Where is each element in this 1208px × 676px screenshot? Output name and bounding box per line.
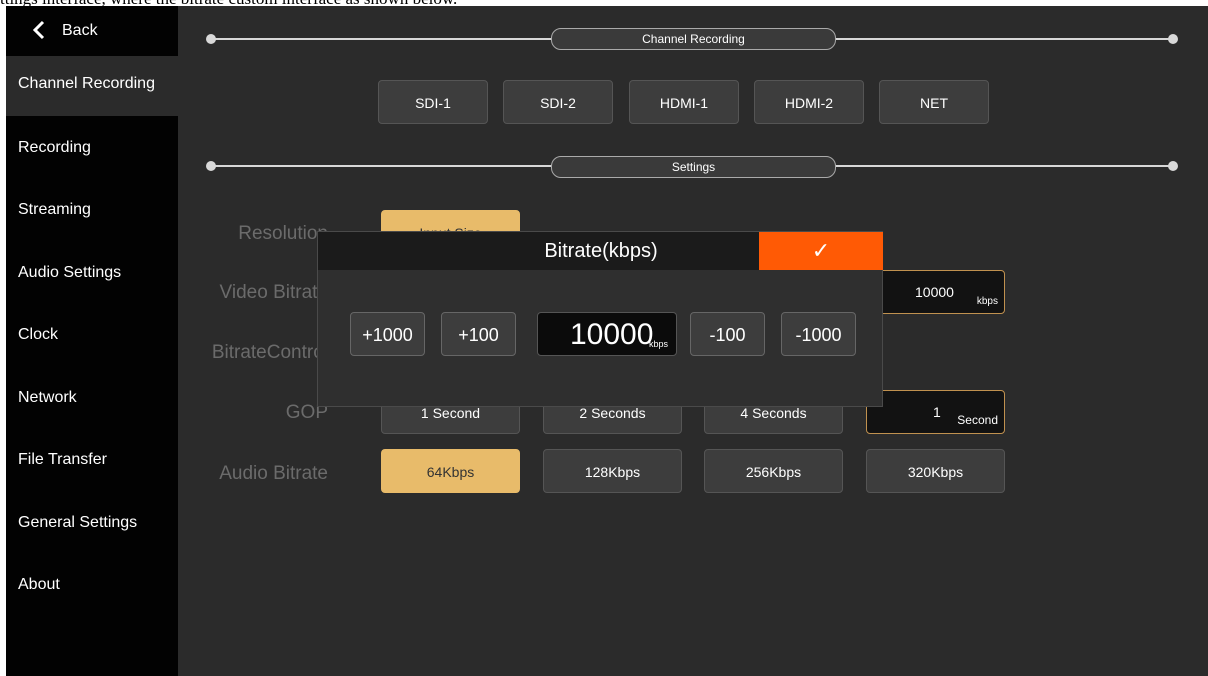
- sidebar-item-recording[interactable]: Recording: [6, 120, 178, 180]
- channel-button-sdi-1[interactable]: SDI-1: [378, 80, 488, 124]
- sidebar-item-label: File Transfer: [18, 451, 107, 468]
- gop-custom-value: 1: [933, 404, 941, 420]
- sidebar-item-label: About: [18, 576, 60, 593]
- divider-dot: [1168, 161, 1178, 171]
- sidebar-item-file-transfer[interactable]: File Transfer: [6, 432, 178, 492]
- bitrate-value: 10000: [570, 318, 654, 351]
- sidebar-item-clock[interactable]: Clock: [6, 307, 178, 367]
- sidebar-item-label: Clock: [18, 326, 59, 343]
- sidebar-item-general-settings[interactable]: General Settings: [6, 495, 178, 555]
- app-screen: Back Channel Recording Recording Streami…: [6, 6, 1208, 676]
- divider-dot: [1168, 34, 1178, 44]
- sidebar-item-channel-recording[interactable]: Channel Recording: [6, 56, 178, 116]
- section-title-channel-recording: Channel Recording: [551, 28, 836, 50]
- check-icon: ✓: [811, 238, 831, 263]
- audio-bitrate-option-256kbps[interactable]: 256Kbps: [704, 449, 843, 493]
- confirm-button[interactable]: ✓: [759, 232, 883, 270]
- video-bitrate-unit: kbps: [976, 296, 998, 307]
- sidebar-item-label: Channel Recording: [18, 75, 155, 92]
- sidebar-item-network[interactable]: Network: [6, 370, 178, 430]
- channel-button-net[interactable]: NET: [879, 80, 989, 124]
- channel-button-sdi-2[interactable]: SDI-2: [503, 80, 613, 124]
- increment-1000-button[interactable]: +1000: [350, 312, 425, 356]
- decrement-100-button[interactable]: -100: [690, 312, 765, 356]
- sidebar-item-label: Recording: [18, 139, 91, 156]
- gop-custom-value-box[interactable]: 1 Second: [866, 390, 1005, 434]
- bitrate-control-label: BitrateControl: [211, 342, 328, 363]
- back-label: Back: [62, 22, 98, 39]
- sidebar-item-label: Network: [18, 389, 77, 406]
- sidebar-item-label: General Settings: [18, 514, 138, 531]
- audio-bitrate-option-128kbps[interactable]: 128Kbps: [543, 449, 682, 493]
- sidebar: Back Channel Recording Recording Streami…: [6, 6, 178, 676]
- sidebar-item-label: Streaming: [18, 201, 91, 218]
- gop-label: GOP: [285, 402, 328, 423]
- divider-dot: [206, 161, 216, 171]
- chevron-left-icon: [32, 20, 46, 45]
- increment-100-button[interactable]: +100: [441, 312, 516, 356]
- sidebar-item-streaming[interactable]: Streaming: [6, 182, 178, 242]
- bitrate-value-display[interactable]: 10000 kbps: [537, 312, 677, 356]
- decrement-1000-button[interactable]: -1000: [781, 312, 856, 356]
- resolution-label: Resolution: [238, 223, 328, 244]
- sidebar-item-about[interactable]: About: [6, 557, 178, 617]
- video-bitrate-value-box[interactable]: 10000 kbps: [866, 270, 1005, 314]
- audio-bitrate-option-64kbps[interactable]: 64Kbps: [381, 449, 520, 493]
- video-bitrate-label: Video Bitrate: [219, 282, 328, 303]
- section-title-settings: Settings: [551, 156, 836, 178]
- audio-bitrate-label: Audio Bitrate: [219, 463, 328, 484]
- audio-bitrate-option-320kbps[interactable]: 320Kbps: [866, 449, 1005, 493]
- bitrate-unit: kbps: [649, 339, 669, 349]
- channel-button-hdmi-2[interactable]: HDMI-2: [754, 80, 864, 124]
- sidebar-item-audio-settings[interactable]: Audio Settings: [6, 245, 178, 305]
- divider-dot: [206, 34, 216, 44]
- bitrate-dialog: Bitrate(kbps) ✓ +1000 +100 10000 kbps -1…: [317, 231, 883, 407]
- gop-custom-unit: Second: [957, 413, 998, 427]
- sidebar-item-label: Audio Settings: [18, 264, 122, 281]
- video-bitrate-value: 10000: [915, 284, 954, 300]
- channel-button-hdmi-1[interactable]: HDMI-1: [629, 80, 739, 124]
- back-button[interactable]: Back: [6, 6, 178, 56]
